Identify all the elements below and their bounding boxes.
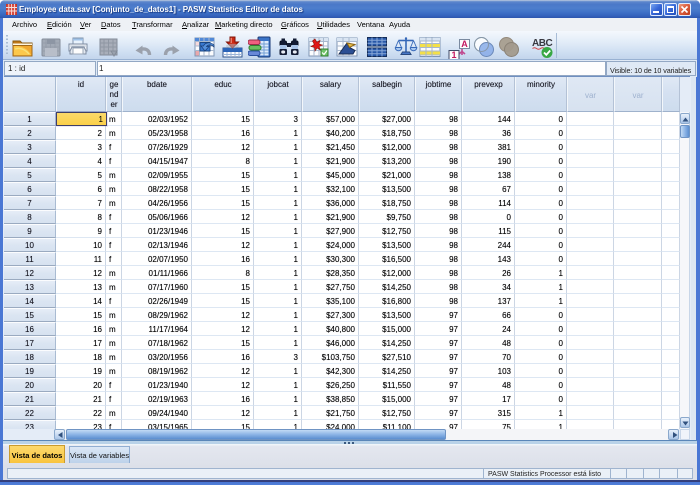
svg-text:A: A <box>461 39 468 49</box>
svg-text:1: 1 <box>451 50 456 59</box>
